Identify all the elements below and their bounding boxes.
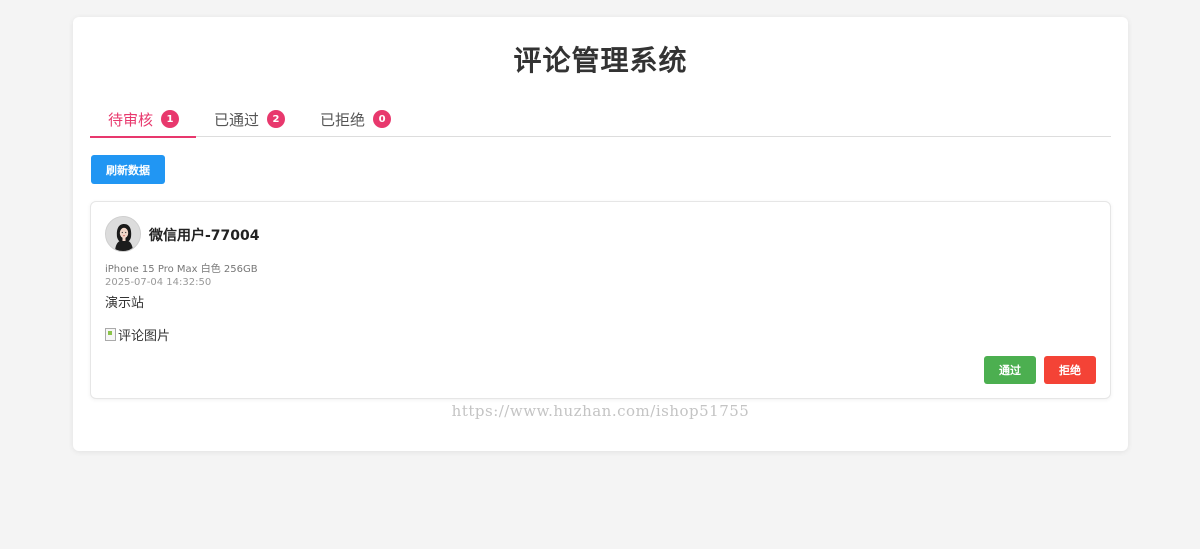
broken-image-icon — [105, 328, 116, 341]
tab-pending[interactable]: 待审核 1 — [90, 101, 197, 138]
count-badge: 1 — [161, 110, 180, 128]
comment-card: 微信用户-77004 iPhone 15 Pro Max 白色 256GB 20… — [90, 201, 1111, 399]
watermark: https://www.huzhan.com/ishop51755 — [451, 402, 750, 420]
count-badge: 2 — [267, 110, 286, 128]
product-info: iPhone 15 Pro Max 白色 256GB — [105, 264, 258, 275]
approve-button[interactable]: 通过 — [984, 356, 1036, 384]
image-alt-text: 评论图片 — [118, 329, 171, 344]
count-badge: 0 — [373, 110, 392, 128]
refresh-button[interactable]: 刷新数据 — [91, 155, 165, 184]
tab-label: 待审核 — [108, 110, 154, 129]
tab-approved[interactable]: 已通过 2 — [196, 101, 302, 137]
comment-content: 演示站 — [105, 296, 145, 311]
tab-rejected[interactable]: 已拒绝 0 — [302, 101, 408, 137]
tab-label: 已通过 — [214, 110, 260, 129]
comment-image: 评论图片 — [105, 325, 170, 344]
reject-button[interactable]: 拒绝 — [1044, 356, 1096, 384]
username: 微信用户-77004 — [149, 228, 260, 244]
user-avatar-icon — [106, 217, 140, 251]
avatar — [105, 216, 141, 252]
page-title: 评论管理系统 — [513, 44, 688, 77]
tab-bar: 待审核 1 已通过 2 已拒绝 0 — [90, 101, 1111, 138]
comment-time: 2025-07-04 14:32:50 — [105, 277, 212, 288]
tab-label: 已拒绝 — [320, 110, 366, 129]
main-panel: 评论管理系统 待审核 1 已通过 2 已拒绝 0 刷新数据 微信用户-77004… — [73, 17, 1128, 451]
